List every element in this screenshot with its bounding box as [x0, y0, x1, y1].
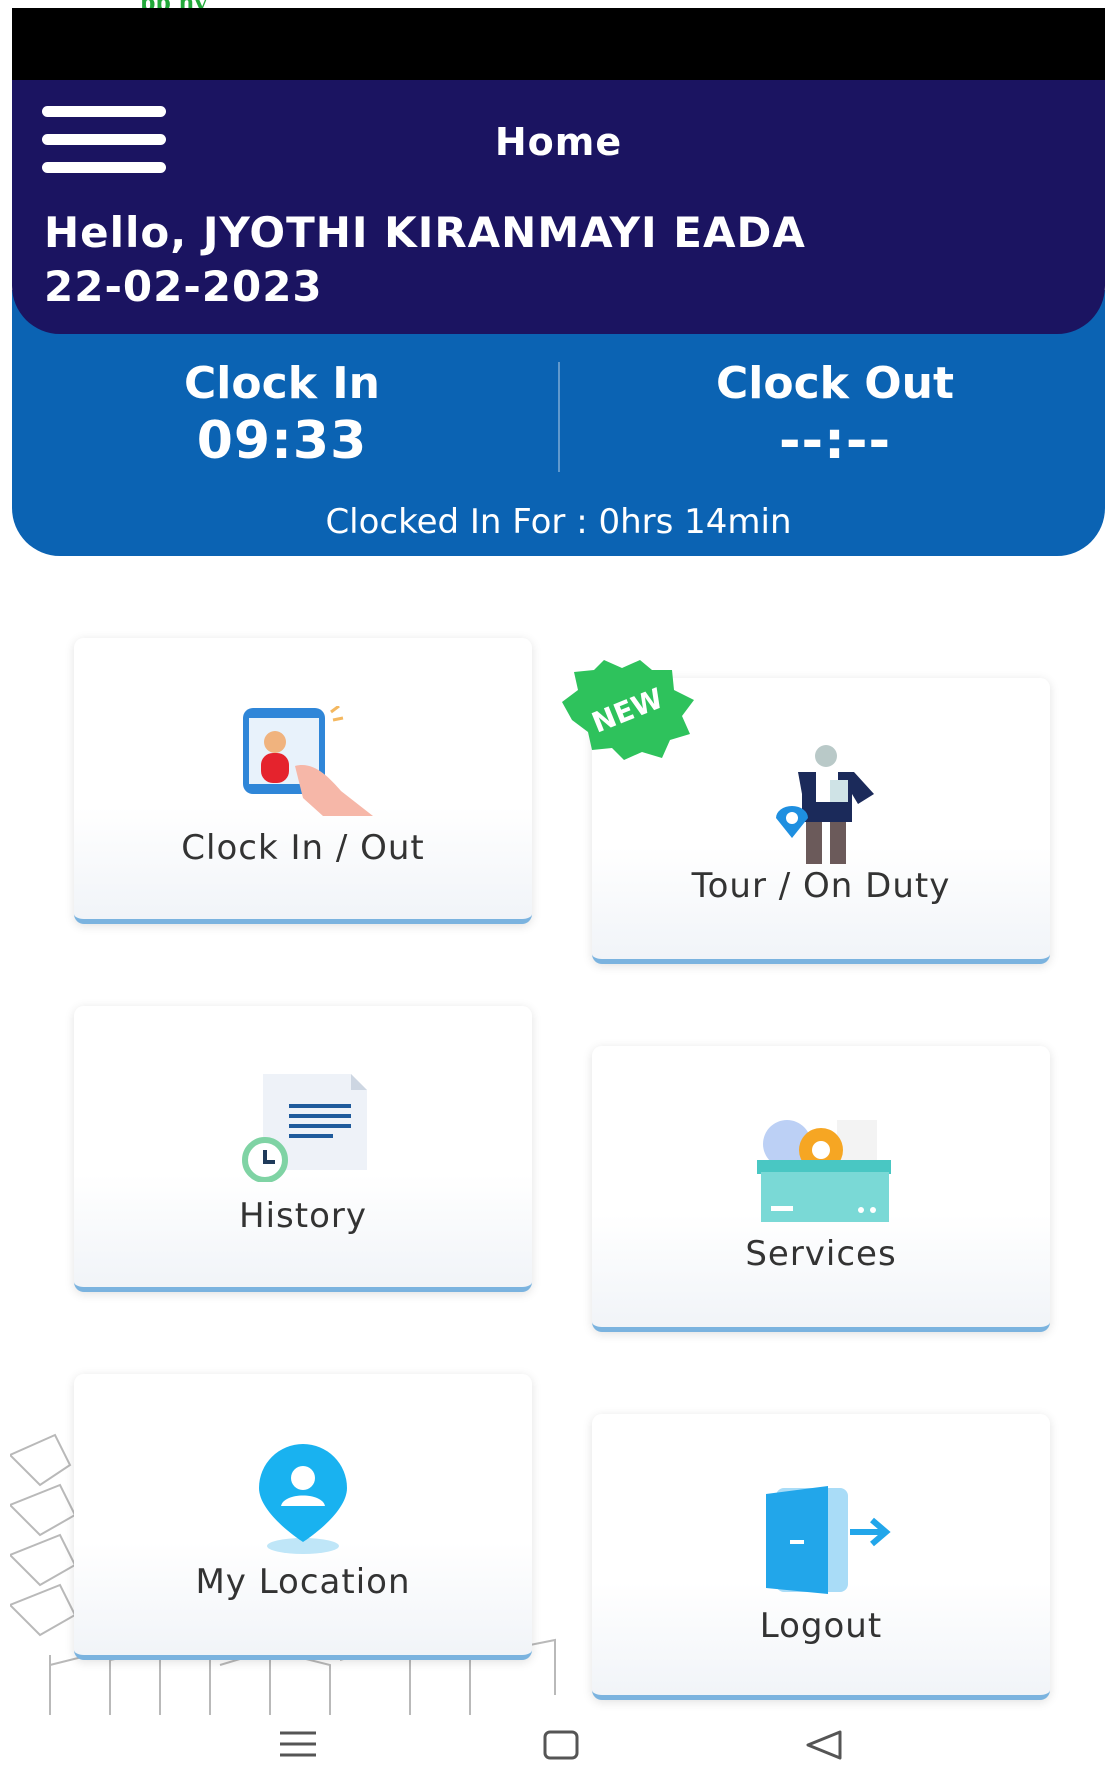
clock-in-out-tile[interactable]: Clock In / Out: [74, 638, 532, 924]
clock-in-time: 09:33: [196, 411, 368, 471]
services-tile[interactable]: Services: [592, 1046, 1050, 1332]
clock-out-label: Clock Out: [715, 358, 955, 409]
status-bar: [12, 8, 1105, 80]
user-greeting: Hello, JYOTHI KIRANMAYI EADA: [44, 208, 806, 257]
services-label: Services: [745, 1234, 897, 1274]
home-square-icon[interactable]: [542, 1729, 580, 1761]
clock-in-section: Clock In 09:33: [12, 358, 552, 471]
tour-on-duty-label: Tour / On Duty: [691, 866, 951, 906]
app-header: Home Hello, JYOTHI KIRANMAYI EADA 22-02-…: [12, 80, 1105, 334]
new-badge: NEW: [562, 660, 694, 760]
history-label: History: [239, 1196, 367, 1236]
clock-out-time: --:--: [778, 411, 892, 471]
history-document-icon: [242, 1074, 367, 1182]
business-person-location-icon: [776, 745, 874, 864]
services-box-gear-icon: [757, 1120, 891, 1222]
clocked-in-duration: Clocked In For : 0hrs 14min: [325, 502, 792, 542]
back-triangle-icon[interactable]: [804, 1729, 844, 1761]
location-pin-icon: [259, 1444, 347, 1554]
logout-tile[interactable]: Logout: [592, 1414, 1050, 1700]
page-title: Home: [494, 120, 623, 164]
clock-in-label: Clock In: [184, 358, 380, 409]
clock-out-section: Clock Out --:--: [565, 358, 1105, 471]
clock-in-out-label: Clock In / Out: [181, 828, 425, 868]
my-location-tile[interactable]: My Location: [74, 1374, 532, 1660]
current-date: 22-02-2023: [44, 262, 323, 311]
clock-divider: [558, 362, 560, 472]
logout-door-icon: [766, 1486, 891, 1594]
system-navigation-bar: [0, 1715, 1105, 1773]
recents-icon[interactable]: [278, 1729, 318, 1759]
history-tile[interactable]: History: [74, 1006, 532, 1292]
my-location-label: My Location: [195, 1562, 411, 1602]
logout-label: Logout: [759, 1606, 883, 1646]
phone-clock-in-icon: [243, 706, 373, 816]
top-caption-fragment: pp ny: [140, 0, 207, 8]
